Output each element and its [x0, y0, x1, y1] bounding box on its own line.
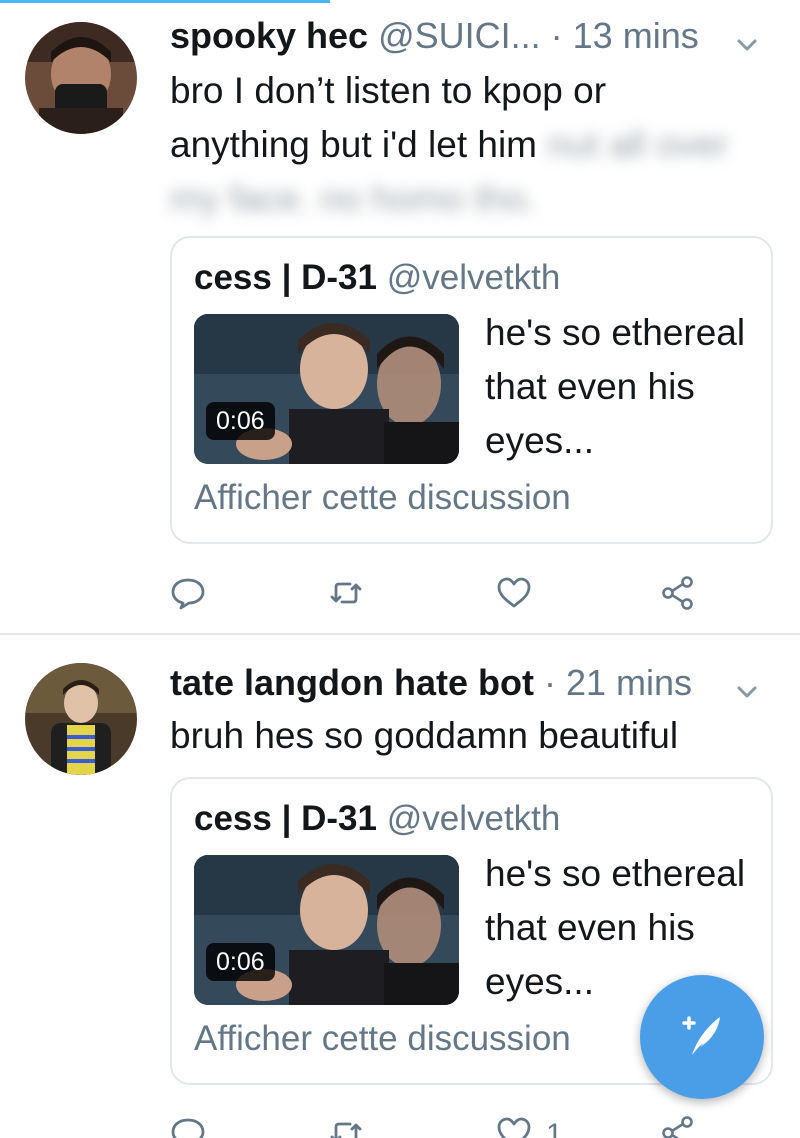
retweet-button[interactable] [328, 1110, 364, 1138]
reply-icon [170, 1115, 206, 1138]
tweet-text-visible: bruh hes so goddamn beautiful [170, 715, 679, 756]
chevron-down-icon[interactable] [734, 671, 760, 698]
compose-tweet-icon [670, 1003, 734, 1072]
like-icon [496, 575, 532, 616]
tweet-text: bro I don’t listen to kpop or anything b… [170, 64, 730, 226]
show-thread-link[interactable]: Afficher cette discussion [194, 1017, 571, 1061]
quoted-author-name: cess | D-31 [194, 258, 377, 297]
tweet-text: bruh hes so goddamn beautiful [170, 709, 730, 763]
author-handle[interactable]: @SUICI... [378, 15, 541, 56]
video-duration: 0:06 [206, 402, 275, 440]
share-button[interactable] [660, 1110, 696, 1138]
like-icon [496, 1115, 532, 1138]
author-name[interactable]: tate langdon hate bot [170, 662, 534, 703]
video-thumbnail[interactable]: 0:06 [194, 314, 459, 464]
tweet-actions: 1 [170, 1110, 770, 1138]
share-button[interactable] [660, 570, 696, 620]
video-thumbnail[interactable]: 0:06 [194, 855, 459, 1005]
tweet-actions [170, 570, 770, 620]
video-duration: 0:06 [206, 943, 275, 981]
tweet[interactable]: spooky hec @SUICI... · 13 mins bro I don… [0, 0, 800, 635]
tweet-text-visible: bro I don’t listen to kpop or anything b… [170, 70, 607, 165]
tweet-header: spooky hec @SUICI... · 13 mins [170, 14, 760, 58]
quoted-author: cess | D-31 @velvetkth [194, 797, 560, 841]
author-name[interactable]: spooky hec [170, 15, 368, 56]
tweet-time: · 21 mins [544, 662, 693, 703]
share-icon [660, 575, 696, 616]
quoted-text: he's so ethereal that even his eyes... [485, 312, 746, 461]
share-icon [660, 1115, 696, 1138]
avatar[interactable] [25, 663, 137, 775]
like-button[interactable]: 1 [496, 1110, 563, 1138]
tweet-header: tate langdon hate bot · 21 mins [170, 661, 760, 705]
quoted-tweet[interactable]: cess | D-31 @velvetkth 0:06 he's so ethe… [170, 236, 773, 544]
compose-tweet-button[interactable] [640, 975, 764, 1099]
retweet-icon [328, 1115, 364, 1138]
quoted-author: cess | D-31 @velvetkth [194, 256, 560, 300]
quoted-author-handle: @velvetkth [386, 799, 561, 838]
reply-button[interactable] [170, 570, 206, 620]
retweet-icon [328, 575, 364, 616]
avatar[interactable] [25, 22, 137, 134]
show-thread-link[interactable]: Afficher cette discussion [194, 476, 571, 520]
like-count: 1 [546, 1118, 563, 1138]
retweet-button[interactable] [328, 570, 364, 620]
like-button[interactable] [496, 570, 546, 620]
tweet-time: · 13 mins [550, 15, 699, 56]
reply-icon [170, 575, 206, 616]
chevron-down-icon[interactable] [734, 24, 760, 51]
quoted-author-handle: @velvetkth [386, 258, 561, 297]
quoted-author-name: cess | D-31 [194, 799, 377, 838]
reply-button[interactable] [170, 1110, 206, 1138]
